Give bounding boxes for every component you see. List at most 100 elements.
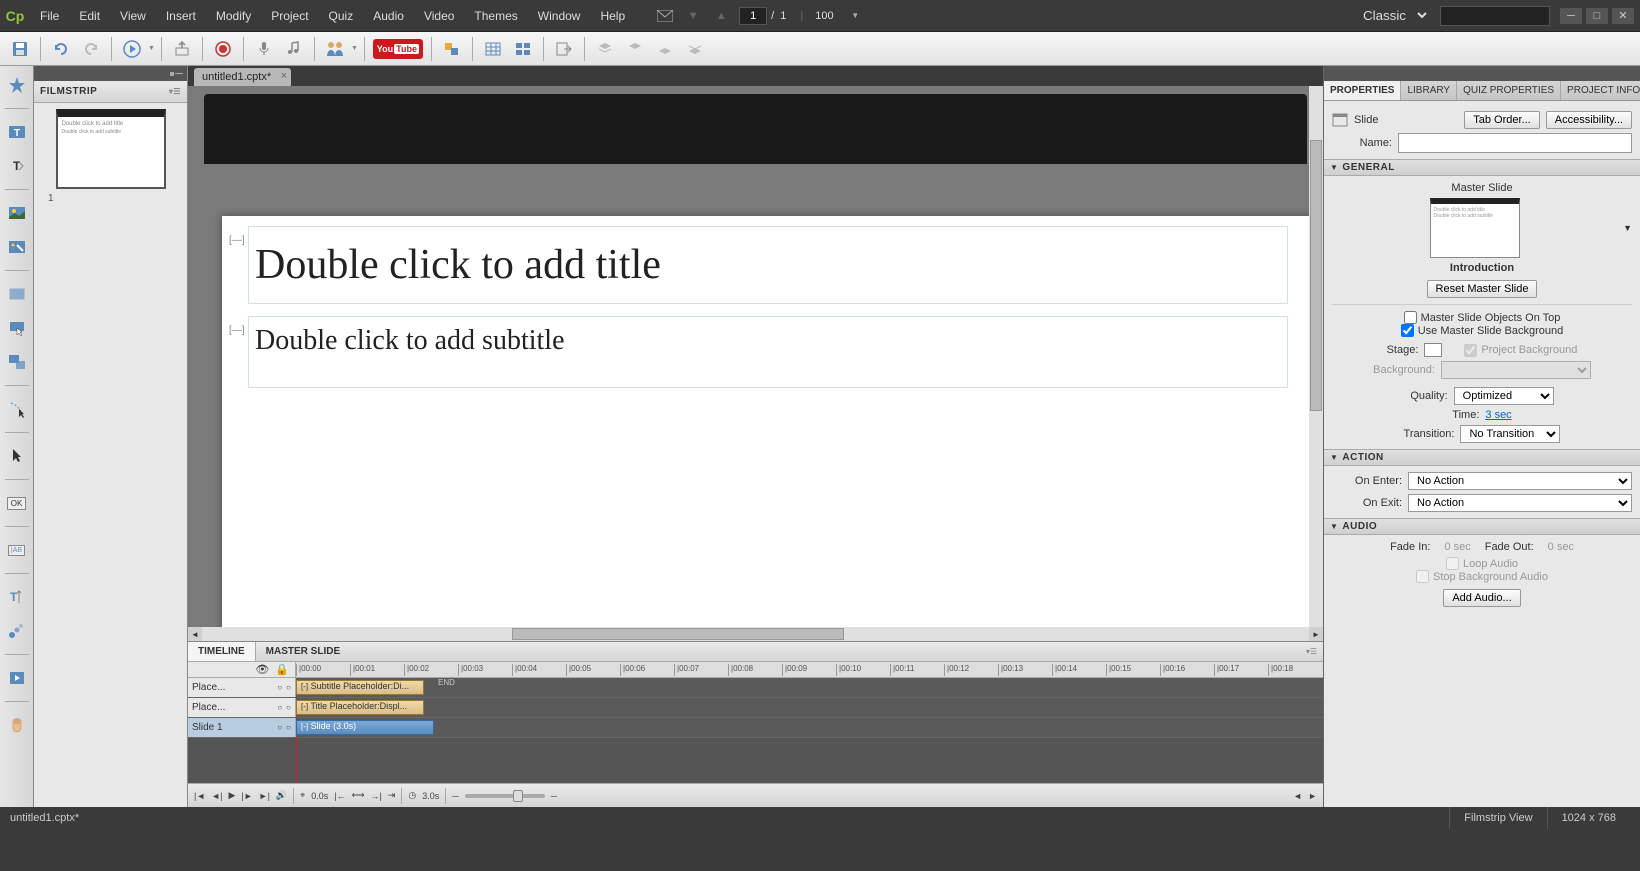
text-caption-icon[interactable]: T [4, 119, 30, 145]
workspace-selector[interactable]: Classic [1351, 5, 1430, 26]
rollover-image-icon[interactable] [4, 234, 30, 260]
goto-end-icon[interactable]: ►| [259, 791, 270, 801]
mouse-icon[interactable] [4, 396, 30, 422]
tab-order-button[interactable]: Tab Order... [1464, 111, 1539, 129]
goto-start-icon[interactable]: |◄ [194, 791, 205, 801]
text-entry-icon[interactable]: T [4, 153, 30, 179]
quality-select[interactable]: Optimized [1454, 387, 1554, 405]
scroll-left-icon[interactable]: ◄ [188, 627, 202, 641]
stage-color-swatch[interactable] [1424, 343, 1442, 357]
scroll-right-icon[interactable]: ► [1309, 627, 1323, 641]
timeline-clip[interactable]: [-] Title Placeholder:Displ... [296, 700, 424, 715]
horizontal-scrollbar[interactable]: ◄ ► [188, 627, 1323, 641]
menu-insert[interactable]: Insert [156, 0, 206, 31]
image-icon[interactable] [4, 200, 30, 226]
timeline-row-head[interactable]: Slide 1○○ [188, 718, 296, 737]
prev-slide-icon[interactable]: ▼ [681, 4, 705, 28]
undo-icon[interactable] [47, 36, 75, 62]
snap-right-icon[interactable]: →| [370, 791, 381, 801]
text-field-icon[interactable]: |AB [4, 537, 30, 563]
snap-left-icon[interactable]: |← [334, 791, 345, 801]
menu-audio[interactable]: Audio [363, 0, 414, 31]
send-backward-icon[interactable] [651, 36, 679, 62]
characters-icon[interactable] [321, 36, 349, 62]
menu-window[interactable]: Window [528, 0, 591, 31]
pointer-icon[interactable] [4, 443, 30, 469]
on-enter-select[interactable]: No Action [1408, 472, 1632, 490]
bring-front-icon[interactable] [591, 36, 619, 62]
menu-project[interactable]: Project [261, 0, 318, 31]
save-icon[interactable] [6, 36, 34, 62]
filmstrip-thumb-1[interactable]: Double click to add title Double click t… [56, 109, 166, 189]
timeline-ruler[interactable]: |00:00|00:01|00:02|00:03|00:04|00:05|00:… [296, 662, 1323, 677]
section-action[interactable]: ▼ACTION [1324, 449, 1640, 466]
menu-modify[interactable]: Modify [206, 0, 261, 31]
record-icon[interactable] [209, 36, 237, 62]
table-icon[interactable] [479, 36, 507, 62]
slide-canvas[interactable]: [—] Double click to add title [—] Double… [222, 216, 1314, 641]
chk-master-objects-top[interactable] [1404, 311, 1417, 324]
document-tab[interactable]: untitled1.cptx* × [194, 68, 291, 86]
text-animation-icon[interactable]: T [4, 584, 30, 610]
timeline-row-track[interactable]: [-] Subtitle Placeholder:Di...END [296, 678, 1323, 697]
tab-master-slide[interactable]: MASTER SLIDE [256, 642, 350, 661]
vertical-scrollbar[interactable] [1309, 86, 1323, 627]
microphone-icon[interactable] [250, 36, 278, 62]
zoom-value[interactable]: 100 [811, 10, 851, 22]
music-note-icon[interactable] [280, 36, 308, 62]
bring-forward-icon[interactable] [621, 36, 649, 62]
menu-video[interactable]: Video [414, 0, 464, 31]
menu-file[interactable]: File [30, 0, 69, 31]
publish-icon[interactable] [168, 36, 196, 62]
subtitle-placeholder[interactable]: Double click to add subtitle [249, 317, 1287, 387]
next-slide-icon[interactable]: ▲ [709, 4, 733, 28]
scroll-right-icon[interactable]: ► [1308, 791, 1317, 801]
ok-button-icon[interactable]: OK [4, 490, 30, 516]
reset-master-slide-button[interactable]: Reset Master Slide [1427, 280, 1538, 298]
canvas-area[interactable]: [—] Double click to add title [—] Double… [188, 86, 1323, 641]
zoom-dropdown-icon[interactable]: ▼ [851, 11, 859, 20]
master-slide-dropdown-icon[interactable]: ▼ [1623, 223, 1632, 233]
timeline-clip[interactable]: [-] Slide (3.0s) [296, 720, 434, 735]
timeline-row-track[interactable]: [-] Title Placeholder:Displ... [296, 698, 1323, 717]
snap-center-icon[interactable]: ⟷ [352, 790, 365, 801]
add-audio-button[interactable]: Add Audio... [1443, 589, 1520, 607]
panels-icon[interactable] [438, 36, 466, 62]
exit-icon[interactable] [550, 36, 578, 62]
panel-menu-icon[interactable]: ▾☰ [169, 87, 181, 96]
timeline-row-head[interactable]: Place...○○ [188, 678, 296, 697]
timeline-row-head[interactable]: Place...○○ [188, 698, 296, 717]
zoom-in-icon[interactable]: ─ [551, 791, 557, 801]
step-back-icon[interactable]: ◄| [211, 791, 222, 801]
step-fwd-icon[interactable]: |► [241, 791, 252, 801]
tab-properties[interactable]: PROPERTIES [1324, 81, 1401, 100]
tab-library[interactable]: LIBRARY [1401, 81, 1457, 100]
close-tab-icon[interactable]: × [281, 70, 287, 82]
menu-help[interactable]: Help [590, 0, 635, 31]
grid-icon[interactable] [509, 36, 537, 62]
timeline-clip[interactable]: [-] Subtitle Placeholder:Di... [296, 680, 424, 695]
zoom-area-icon[interactable] [4, 349, 30, 375]
time-value[interactable]: 3 sec [1485, 409, 1511, 421]
mail-icon[interactable] [653, 4, 677, 28]
minimize-button[interactable]: ─ [1560, 8, 1582, 24]
title-placeholder[interactable]: Double click to add title [249, 227, 1287, 303]
mute-icon[interactable]: 🔊 [276, 790, 287, 801]
zoom-out-icon[interactable]: ─ [452, 791, 458, 801]
highlight-box-icon[interactable] [4, 281, 30, 307]
eye-icon[interactable]: 👁 [255, 663, 269, 676]
name-input[interactable] [1398, 133, 1632, 153]
section-general[interactable]: ▼GENERAL [1324, 159, 1640, 176]
shape-star-icon[interactable] [4, 72, 30, 98]
accessibility-button[interactable]: Accessibility... [1546, 111, 1632, 129]
tab-quiz-properties[interactable]: QUIZ PROPERTIES [1457, 81, 1561, 100]
chk-use-master-bg[interactable] [1401, 324, 1414, 337]
scroll-left-icon[interactable]: ◄ [1293, 791, 1302, 801]
lock-icon[interactable]: 🔒 [275, 663, 289, 676]
play-icon[interactable]: ▶ [229, 790, 236, 801]
timeline-zoom-slider[interactable] [465, 794, 545, 798]
send-back-icon[interactable] [681, 36, 709, 62]
page-current[interactable]: 1 [739, 7, 767, 25]
menu-quiz[interactable]: Quiz [319, 0, 364, 31]
timeline-row-track[interactable]: [-] Slide (3.0s) [296, 718, 1323, 737]
